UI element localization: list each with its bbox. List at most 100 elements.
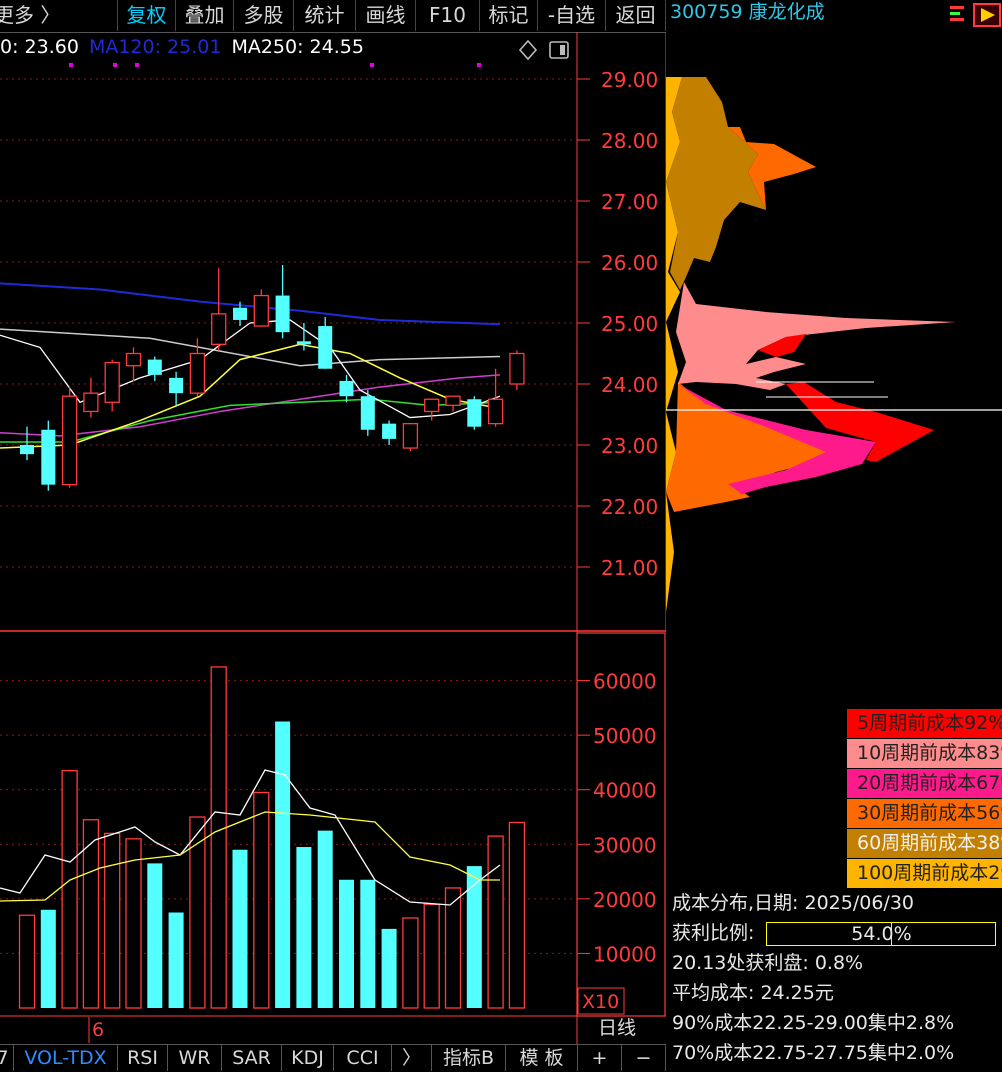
- volume-bar-down: [275, 721, 291, 1008]
- cost-70: 70%成本22.75-27.75集中2.0%: [672, 1042, 955, 1064]
- volume-bar-up: [253, 791, 270, 1009]
- volume-bar-up: [125, 838, 142, 1009]
- toolbar-icons: [950, 3, 1001, 27]
- price-tick-label: 25.00: [601, 312, 658, 336]
- volume-tick-label: 20000: [593, 888, 657, 912]
- cost-legend-item: 5周期前成本92%: [847, 709, 1002, 739]
- volume-bar-up: [210, 666, 227, 1009]
- signal-marker: [135, 63, 139, 67]
- volume-tick-label: 10000: [593, 942, 657, 966]
- volume-bar-down: [168, 912, 184, 1008]
- price-tick-label: 28.00: [601, 129, 658, 153]
- signal-marker: [69, 63, 73, 67]
- cost-distribution-chart: [666, 77, 1002, 612]
- volume-bar-up: [423, 903, 440, 1009]
- signal-marker: [370, 63, 374, 67]
- candle-up: [402, 422, 419, 449]
- volume-tick-label: 50000: [593, 724, 657, 748]
- volume-bar-up: [104, 832, 121, 1009]
- profit-value: 54.0%: [851, 922, 912, 945]
- volume-tick-label: 60000: [593, 670, 657, 694]
- profit-label: 获利比例:: [672, 922, 755, 944]
- indicator-tab-9[interactable]: 模 板: [506, 1045, 578, 1071]
- volume-tick-label: 30000: [593, 833, 657, 857]
- stock-name: 康龙化成: [748, 1, 825, 23]
- candle-down: [275, 295, 290, 333]
- chart-menu-icon[interactable]: [950, 6, 964, 21]
- candle-up: [509, 352, 525, 385]
- candle-down: [382, 423, 397, 439]
- cost-legend-item: 10周期前成本83%: [847, 739, 1002, 769]
- volume-bar-down: [381, 928, 397, 1008]
- indicator-tab-5[interactable]: KDJ: [282, 1045, 334, 1071]
- cost-dist-10: [676, 282, 956, 390]
- volume-bar-up: [402, 917, 419, 1009]
- candle-up: [125, 352, 142, 367]
- stock-code: 300759: [670, 1, 743, 23]
- ma120-line: [0, 282, 501, 326]
- period-label: 日线: [598, 1017, 636, 1039]
- candle-down: [147, 359, 162, 375]
- volume-bar-up: [444, 887, 462, 1009]
- volume-tick-label: 40000: [593, 779, 657, 803]
- cost-legend-item: 30周期前成本56%: [847, 799, 1002, 829]
- indicator-tab-11[interactable]: −: [622, 1045, 666, 1071]
- indicator-tab-10[interactable]: +: [578, 1045, 622, 1071]
- indicator-tab-6[interactable]: CCI: [334, 1045, 392, 1071]
- volume-bar-down: [147, 863, 163, 1008]
- profit-at-price: 20.13处获利盘: 0.8%: [672, 952, 864, 974]
- indicator-tab-4[interactable]: SAR: [222, 1045, 282, 1071]
- indicator-tabs: 7 VOL-TDX RSI WR SAR KDJ CCI 〉指标B 模 板 + −: [0, 1044, 666, 1071]
- candle-up: [189, 352, 206, 394]
- price-tick-label: 22.00: [601, 495, 658, 519]
- candle-down: [339, 380, 354, 397]
- play-icon[interactable]: [973, 3, 1001, 27]
- volume-bar-up: [189, 816, 206, 1009]
- ma250-line: [0, 328, 501, 367]
- cost-legend-item: 100周期前成本29%: [847, 859, 1002, 889]
- volume-bar-up: [487, 835, 504, 1009]
- signal-marker: [113, 63, 117, 67]
- kline-chart[interactable]: 29.00 28.00 27.00 26.00 25.00 24.00 23.00 22.00…: [0, 0, 666, 1044]
- candle-down: [360, 396, 375, 430]
- volume-bar-down: [40, 909, 56, 1008]
- indicator-tab-3[interactable]: WR: [168, 1045, 222, 1071]
- candle-down: [318, 326, 333, 369]
- candle-down: [233, 307, 247, 320]
- candle-up: [104, 361, 120, 403]
- price-tick-label: 21.00: [601, 556, 658, 580]
- candle-up: [424, 398, 440, 413]
- cost-legend: 5周期前成本92%10周期前成本83%20周期前成本67%30周期前成本56%6…: [847, 709, 1002, 889]
- price-tick-label: 23.00: [601, 434, 658, 458]
- average-cost: 平均成本: 24.25元: [672, 982, 834, 1004]
- indicator-tab-1[interactable]: VOL-TDX: [14, 1045, 118, 1071]
- candle-down: [20, 445, 34, 455]
- price-tick-label: 29.00: [601, 68, 658, 92]
- signal-marker: [477, 63, 481, 67]
- candle-down: [41, 429, 56, 485]
- volume-bar-down: [317, 830, 333, 1008]
- profit-bar: 54.0%: [766, 921, 997, 946]
- candle-down: [296, 341, 311, 345]
- date-marker: 6: [92, 1019, 104, 1041]
- candle-up: [487, 398, 504, 425]
- candle-up: [211, 313, 227, 346]
- indicator-tab-7[interactable]: 〉: [392, 1045, 432, 1071]
- volume-bar-down: [232, 849, 248, 1008]
- volume-bar-up: [61, 769, 78, 1009]
- indicator-tab-0[interactable]: 7: [0, 1045, 14, 1071]
- indicator-tab-8[interactable]: 指标B: [432, 1045, 506, 1071]
- candle-up: [83, 392, 99, 413]
- cost-info-panel: 成本分布,日期: 2025/06/30 获利比例: 54.0% 20.13处获利…: [672, 888, 1002, 1068]
- candle-up: [61, 395, 78, 486]
- volume-bar-down: [360, 879, 376, 1008]
- stock-title: 300759 康龙化成: [670, 0, 825, 28]
- cost-dist-60: [666, 77, 766, 290]
- volume-bar-down: [339, 879, 354, 1008]
- cost-date: 成本分布,日期: 2025/06/30: [672, 892, 914, 914]
- volume-unit: X10: [582, 991, 619, 1013]
- indicator-tab-2[interactable]: RSI: [118, 1045, 168, 1071]
- price-tick-label: 24.00: [601, 373, 658, 397]
- volume-bar-up: [18, 914, 36, 1009]
- candle-up: [445, 395, 461, 407]
